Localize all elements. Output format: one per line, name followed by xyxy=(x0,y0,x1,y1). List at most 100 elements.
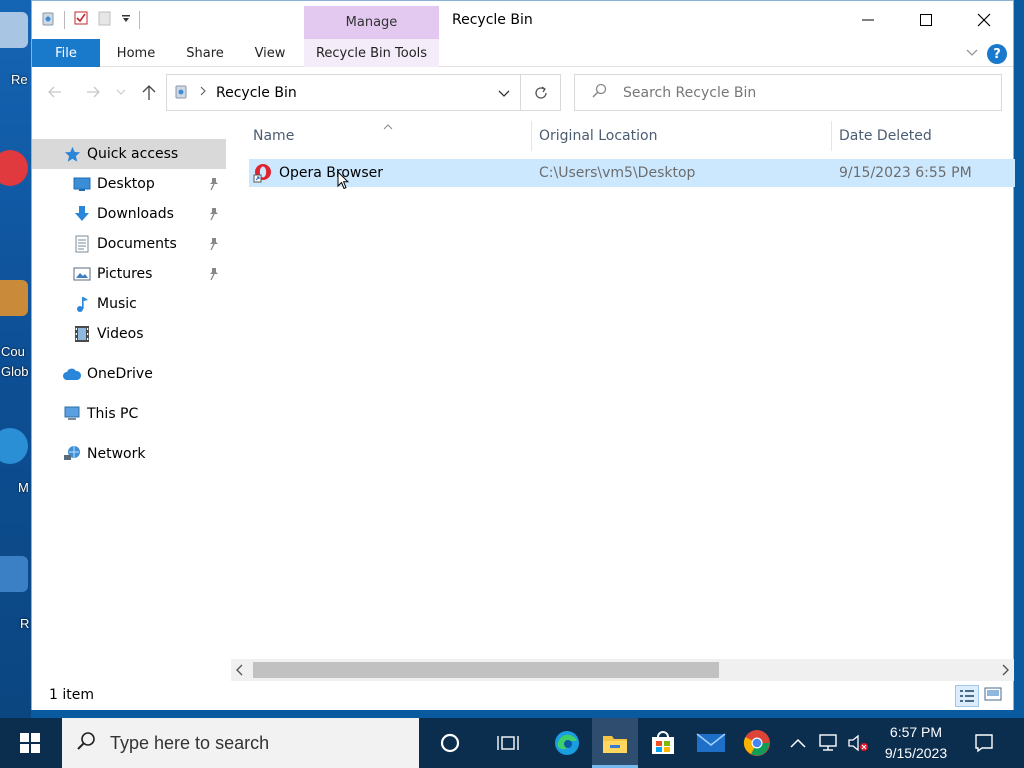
network-tray-button[interactable] xyxy=(814,718,842,768)
nav-label: This PC xyxy=(87,406,139,422)
task-view-icon xyxy=(497,736,519,750)
pin-icon[interactable] xyxy=(208,207,220,225)
address-row: Recycle Bin Search Recycle Bin xyxy=(32,67,1013,119)
navigation-pane: Quick access Desktop Downloads Documents… xyxy=(32,139,228,659)
help-icon[interactable]: ? xyxy=(987,44,1007,64)
nav-pictures[interactable]: Pictures xyxy=(32,259,226,289)
nav-network[interactable]: Network xyxy=(32,439,226,469)
breadcrumb-recycle-bin[interactable]: Recycle Bin xyxy=(216,85,297,101)
coupon-desktop-icon[interactable] xyxy=(0,280,28,316)
clock-time: 6:57 PM xyxy=(889,724,943,740)
nav-desktop[interactable]: Desktop xyxy=(32,169,226,199)
nav-this-pc[interactable]: This PC xyxy=(32,399,226,429)
address-dropdown-icon[interactable] xyxy=(498,87,510,103)
task-view-button[interactable] xyxy=(486,718,530,768)
search-input[interactable]: Search Recycle Bin xyxy=(574,74,1002,111)
clock[interactable]: 6:57 PM 9/15/2023 xyxy=(876,722,956,764)
column-divider[interactable] xyxy=(831,121,832,151)
refresh-icon xyxy=(534,85,547,99)
maximize-icon xyxy=(920,14,932,26)
nav-label: Network xyxy=(87,446,146,462)
row-name[interactable]: Opera Browser xyxy=(279,165,383,181)
speaker-muted-icon xyxy=(848,734,868,752)
back-button[interactable] xyxy=(44,81,66,103)
nav-onedrive[interactable]: OneDrive xyxy=(32,359,226,389)
nav-label: OneDrive xyxy=(87,366,153,382)
recycle-bin-desktop-icon[interactable] xyxy=(0,12,28,48)
windows-logo-icon xyxy=(20,733,40,753)
up-arrow-icon xyxy=(142,85,156,100)
nav-documents[interactable]: Documents xyxy=(32,229,226,259)
computer-icon xyxy=(63,405,81,423)
edge-desktop-icon[interactable] xyxy=(0,428,28,464)
opera-browser-icon xyxy=(253,163,273,187)
recycle-bin-small-icon xyxy=(40,10,56,30)
search-icon xyxy=(76,731,96,756)
shortcut-desktop-icon[interactable] xyxy=(0,556,28,592)
volume-tray-button[interactable] xyxy=(844,718,872,768)
show-hidden-icons-button[interactable] xyxy=(786,718,810,768)
column-header-name[interactable]: Name xyxy=(253,123,523,149)
chrome-taskbar-button[interactable] xyxy=(734,718,780,768)
pin-icon[interactable] xyxy=(208,267,220,285)
forward-arrow-icon xyxy=(87,86,100,98)
nav-quick-access[interactable]: Quick access xyxy=(32,139,226,169)
recent-locations-button[interactable] xyxy=(114,81,128,103)
properties-icon[interactable] xyxy=(73,10,89,30)
back-arrow-icon xyxy=(48,86,61,98)
table-row[interactable]: Opera Browser C:\Users\vm5\Desktop 9/15/… xyxy=(249,159,1015,190)
star-icon xyxy=(63,145,81,163)
details-view-icon[interactable] xyxy=(955,685,979,707)
nav-label: Quick access xyxy=(87,146,179,162)
forward-button[interactable] xyxy=(82,81,104,103)
desktop-label: Re xyxy=(11,72,28,87)
scrollbar-thumb[interactable] xyxy=(253,662,719,678)
customize-toolbar-icon[interactable] xyxy=(121,13,131,28)
tab-home[interactable]: Home xyxy=(110,39,162,67)
nav-music[interactable]: Music xyxy=(32,289,226,319)
column-header-date-deleted[interactable]: Date Deleted xyxy=(839,123,1009,149)
notifications-button[interactable] xyxy=(966,718,1002,768)
maximize-button[interactable] xyxy=(897,1,955,39)
pin-icon[interactable] xyxy=(208,177,220,195)
manage-context-tab[interactable]: Manage xyxy=(304,6,439,39)
nav-label: Pictures xyxy=(97,266,153,282)
store-taskbar-button[interactable] xyxy=(640,718,686,768)
cortana-button[interactable] xyxy=(428,718,472,768)
close-icon xyxy=(977,13,991,27)
tab-recycle-bin-tools[interactable]: Recycle Bin Tools xyxy=(304,39,439,67)
scroll-left-icon[interactable] xyxy=(235,664,245,680)
mail-taskbar-button[interactable] xyxy=(688,718,734,768)
window-title: Recycle Bin xyxy=(452,12,533,28)
nav-downloads[interactable]: Downloads xyxy=(32,199,226,229)
column-header-original-location[interactable]: Original Location xyxy=(539,123,819,149)
breadcrumb-separator-icon[interactable] xyxy=(199,85,207,100)
horizontal-scrollbar[interactable] xyxy=(231,659,1014,681)
toolbar-separator xyxy=(139,11,140,29)
mail-envelope-icon xyxy=(696,733,726,752)
new-folder-icon[interactable] xyxy=(97,10,113,30)
cloud-icon xyxy=(62,365,82,383)
up-button[interactable] xyxy=(138,81,160,103)
start-button[interactable] xyxy=(6,718,54,768)
toolbar-separator xyxy=(64,11,65,29)
tab-view[interactable]: View xyxy=(248,39,292,67)
address-bar[interactable]: Recycle Bin xyxy=(166,74,521,111)
file-explorer-taskbar-button[interactable] xyxy=(592,718,638,768)
large-icons-view-icon[interactable] xyxy=(984,686,1002,706)
tab-share[interactable]: Share xyxy=(180,39,230,67)
opera-desktop-icon[interactable] xyxy=(0,150,28,186)
column-divider[interactable] xyxy=(531,121,532,151)
taskbar-search-box[interactable]: Type here to search xyxy=(62,718,419,768)
desktop-label: Glob xyxy=(1,364,29,379)
scroll-right-icon[interactable] xyxy=(1000,664,1010,680)
nav-videos[interactable]: Videos xyxy=(32,319,226,349)
file-list: Name Original Location Date Deleted Oper… xyxy=(249,119,1015,659)
expand-ribbon-icon[interactable] xyxy=(965,45,979,63)
minimize-button[interactable] xyxy=(839,1,897,39)
pin-icon[interactable] xyxy=(208,237,220,255)
close-button[interactable] xyxy=(955,1,1013,39)
edge-taskbar-button[interactable] xyxy=(544,718,590,768)
refresh-button[interactable] xyxy=(521,74,561,111)
tab-file[interactable]: File xyxy=(32,39,100,67)
